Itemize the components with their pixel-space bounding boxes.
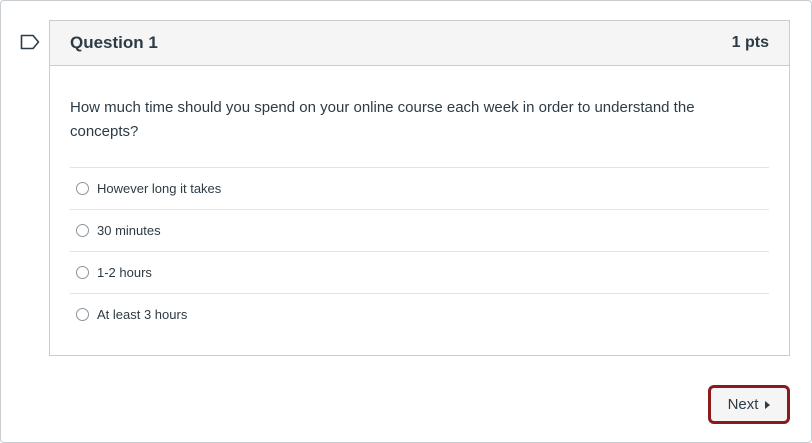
question-points: 1 pts: [731, 34, 769, 51]
quiz-container: Question 1 1 pts How much time should yo…: [0, 0, 812, 443]
question-text: How much time should you spend on your o…: [70, 99, 695, 140]
next-button-label: Next: [727, 396, 759, 413]
answer-label[interactable]: 1-2 hours: [97, 265, 152, 280]
answer-label[interactable]: 30 minutes: [97, 223, 161, 238]
question-header: Question 1 1 pts: [50, 21, 789, 66]
radio-button[interactable]: [76, 266, 89, 279]
answer-option[interactable]: However long it takes: [70, 167, 769, 209]
caret-right-icon: [765, 400, 771, 409]
answer-label[interactable]: However long it takes: [97, 181, 221, 196]
radio-button[interactable]: [76, 308, 89, 321]
answer-option[interactable]: 30 minutes: [70, 209, 769, 251]
answer-list: However long it takes 30 minutes 1-2 hou…: [70, 167, 769, 335]
radio-button[interactable]: [76, 224, 89, 237]
answer-label[interactable]: At least 3 hours: [97, 307, 187, 322]
answer-option[interactable]: At least 3 hours: [70, 293, 769, 335]
next-button[interactable]: Next: [708, 385, 790, 424]
answer-option[interactable]: 1-2 hours: [70, 251, 769, 293]
question-title: Question 1: [70, 33, 158, 52]
question-card: Question 1 1 pts How much time should yo…: [49, 20, 790, 356]
radio-button[interactable]: [76, 182, 89, 195]
flag-question-icon[interactable]: [20, 34, 40, 50]
